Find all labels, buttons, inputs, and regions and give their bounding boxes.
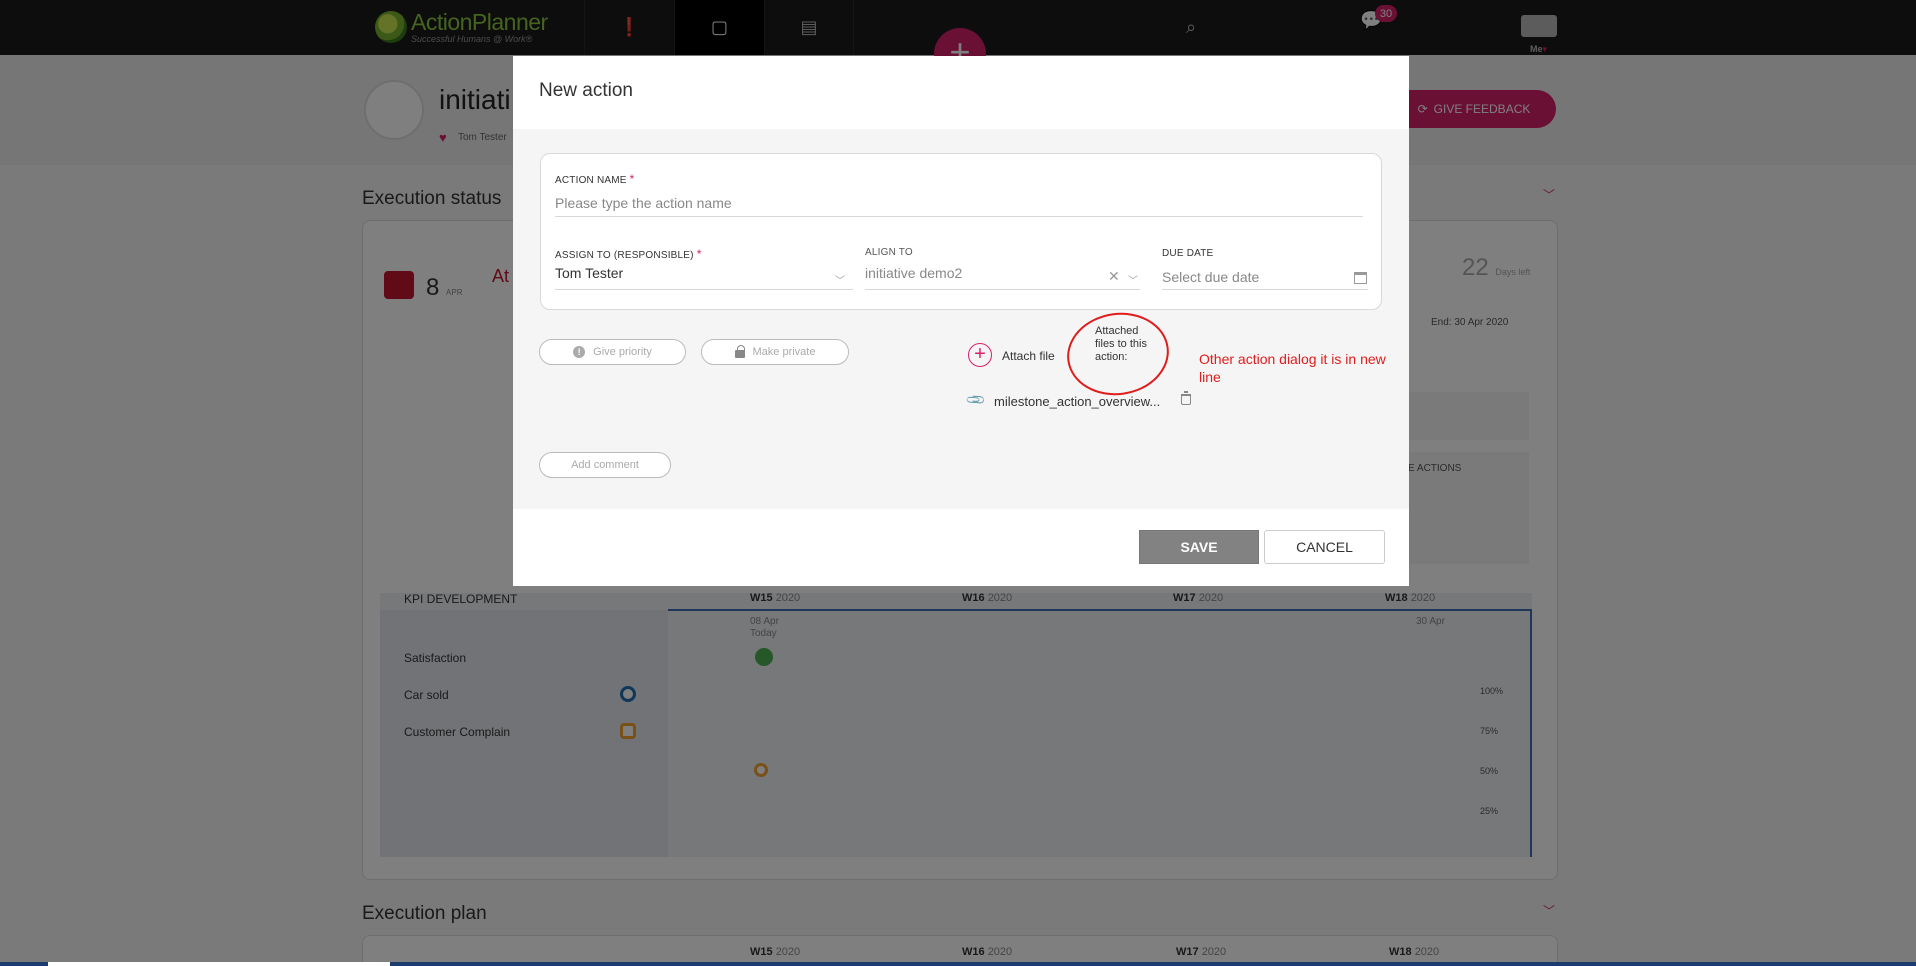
make-private-button[interactable]: Make private [701,339,849,365]
annotation-text: Other action dialog it is in new line [1199,351,1386,385]
add-comment-button[interactable]: Add comment [539,452,671,478]
clear-icon[interactable]: ✕ [1108,268,1120,285]
chevron-down-icon[interactable]: ﹀ [1128,272,1138,287]
give-priority-button[interactable]: ! Give priority [539,339,686,365]
attach-file-button[interactable]: Attach file [1002,349,1055,363]
label-text: ASSIGN TO (RESPONSIBLE) [555,250,694,261]
due-date-input[interactable] [1162,265,1368,290]
exclamation-icon: ! [573,346,586,358]
give-priority-label: Give priority [593,346,652,358]
bottom-bar-progress [48,962,390,966]
label-text: ACTION NAME [555,175,627,186]
lock-icon [734,345,745,358]
assign-to-label: ASSIGN TO (RESPONSIBLE) * [555,247,702,261]
attached-file-name[interactable]: milestone_action_overview... [994,394,1160,409]
add-circle-icon[interactable]: + [968,343,992,367]
action-name-input[interactable] [555,190,1363,217]
required-mark: * [629,172,635,186]
dialog-header: New action [513,56,1409,129]
trash-icon[interactable] [1181,391,1191,405]
add-comment-label: Add comment [571,459,639,471]
new-action-dialog: New action [513,56,1409,586]
align-to-label: ALIGN TO [865,247,913,258]
due-date-label: DUE DATE [1162,248,1214,259]
calendar-icon[interactable] [1354,272,1367,284]
dialog-title: New action [539,80,633,101]
cancel-button[interactable]: CANCEL [1264,530,1385,564]
required-mark: * [696,247,702,261]
action-name-label: ACTION NAME * [555,172,635,186]
make-private-label: Make private [752,346,816,358]
save-button[interactable]: SAVE [1139,530,1259,564]
align-to-select[interactable]: initiative demo2 [865,265,1140,290]
assign-to-select[interactable]: Tom Tester [555,265,853,290]
chevron-down-icon[interactable]: ﹀ [835,272,845,287]
